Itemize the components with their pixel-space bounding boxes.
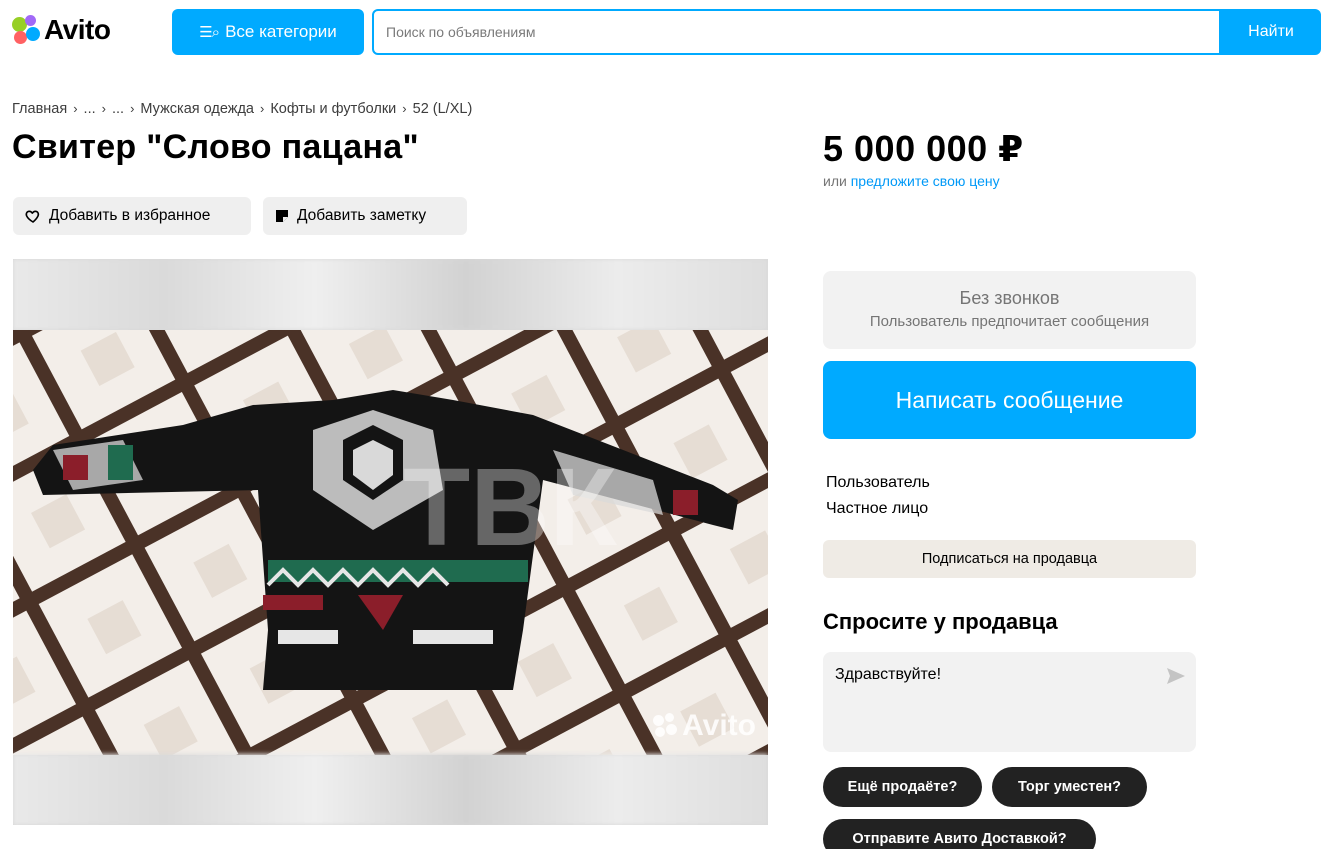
page-title: Свитер "Слово пацана" — [12, 128, 419, 166]
ask-seller-box — [823, 652, 1196, 752]
find-button[interactable]: Найти — [1221, 9, 1321, 55]
no-calls-title: Без звонков — [959, 288, 1060, 308]
gallery-blur-backdrop — [13, 259, 768, 330]
breadcrumb-item-home[interactable]: Главная — [12, 101, 67, 117]
breadcrumb-item-ellipsis[interactable]: ... — [84, 101, 96, 117]
avito-logo[interactable]: Avito — [12, 12, 111, 48]
no-calls-notice: Без звонков Пользователь предпочитает со… — [823, 271, 1196, 349]
sweater-photo-illustration: ТВК — [13, 330, 768, 755]
send-icon[interactable] — [1166, 667, 1186, 685]
logo-text: Avito — [44, 14, 111, 45]
add-note-label: Добавить заметку — [297, 207, 427, 224]
chevron-right-icon: › — [101, 101, 106, 116]
no-calls-subtitle: Пользователь предпочитает сообщения — [869, 313, 1150, 330]
add-to-favorites-button[interactable]: Добавить в избранное — [13, 197, 251, 235]
offer-price-link[interactable]: предложите свою цену — [851, 173, 1000, 189]
quick-reply-bargain[interactable]: Торг уместен? — [992, 767, 1147, 807]
price-offer-prefix: или — [823, 173, 847, 189]
chevron-right-icon: › — [73, 101, 78, 116]
breadcrumb-item-sweaters[interactable]: Кофты и футболки — [270, 101, 396, 117]
gallery-blur-backdrop — [13, 754, 768, 825]
listing-photo[interactable]: ТВК Avito — [13, 330, 768, 755]
avito-logo-icon — [12, 15, 42, 45]
heart-icon — [25, 210, 40, 223]
svg-text:ТВК: ТВК — [403, 446, 618, 569]
avito-watermark: Avito — [653, 709, 756, 743]
ask-seller-input[interactable] — [823, 652, 1153, 752]
breadcrumb: Главная › ... › ... › Мужская одежда › К… — [12, 101, 472, 117]
breadcrumb-item-ellipsis[interactable]: ... — [112, 101, 124, 117]
price-offer: или предложите свою цену — [823, 173, 1000, 189]
add-note-button[interactable]: Добавить заметку — [263, 197, 467, 235]
categories-search-icon: ☰⌕ — [199, 24, 220, 41]
breadcrumb-item-mens-clothing[interactable]: Мужская одежда — [140, 101, 254, 117]
seller-name[interactable]: Пользователь — [826, 474, 930, 492]
note-icon — [276, 210, 288, 222]
avito-watermark-icon — [653, 713, 679, 739]
quick-reply-still-selling[interactable]: Ещё продаёте? — [823, 767, 982, 807]
breadcrumb-item-size[interactable]: 52 (L/XL) — [413, 101, 473, 117]
chevron-right-icon: › — [259, 101, 265, 116]
all-categories-label: Все категории — [225, 22, 337, 41]
quick-reply-avito-delivery[interactable]: Отправите Авито Доставкой? — [823, 819, 1096, 849]
watermark-text: Avito — [682, 709, 756, 742]
search-box — [372, 9, 1221, 55]
add-to-favorites-label: Добавить в избранное — [49, 207, 211, 224]
chevron-right-icon: › — [402, 101, 407, 116]
subscribe-seller-button[interactable]: Подписаться на продавца — [823, 540, 1196, 578]
photo-gallery[interactable]: ТВК Avito — [13, 259, 768, 825]
search-input[interactable] — [374, 11, 1219, 53]
write-message-button[interactable]: Написать сообщение — [823, 361, 1196, 439]
ask-seller-heading: Спросите у продавца — [823, 609, 1058, 634]
all-categories-button[interactable]: ☰⌕ Все категории — [172, 9, 364, 55]
chevron-right-icon: › — [130, 101, 135, 116]
price: 5 000 000 ₽ — [823, 128, 1024, 169]
seller-type: Частное лицо — [826, 500, 929, 517]
